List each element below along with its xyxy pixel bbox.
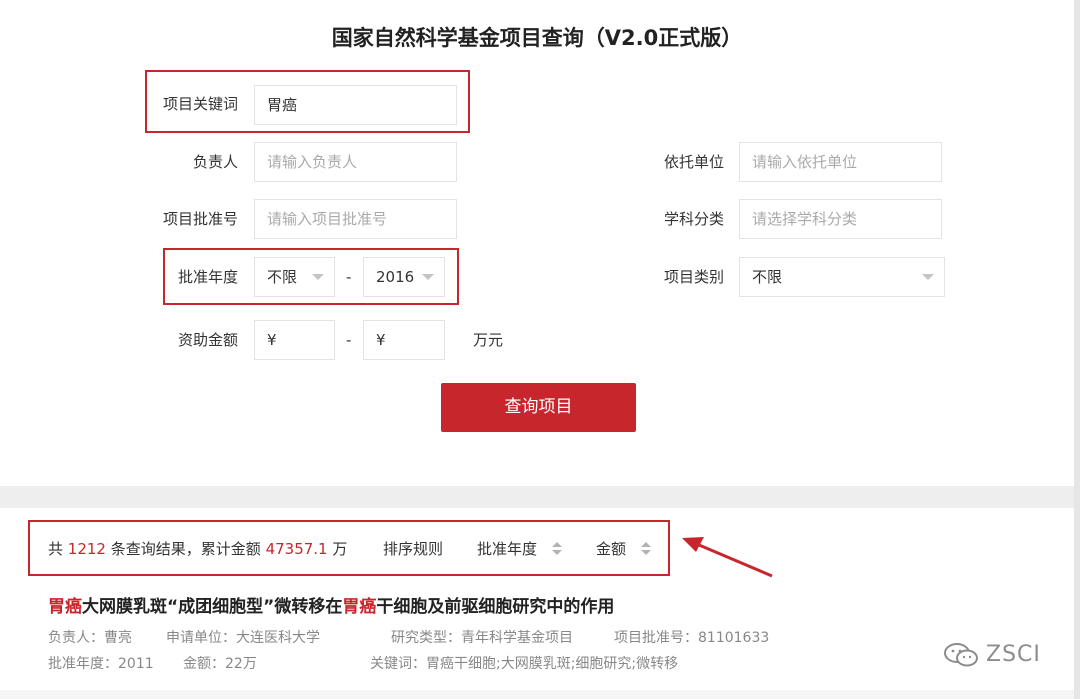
- summary-mid: 条查询结果，累计金额: [110, 540, 261, 558]
- year-range-dash: -: [346, 268, 352, 286]
- year-to-value: 2016: [376, 268, 415, 286]
- result-leader: 负责人：曹亮: [48, 630, 132, 646]
- sort-by-amount[interactable]: 金额: [596, 537, 626, 561]
- amount-to-input[interactable]: ¥: [363, 320, 445, 360]
- result-year: 批准年度：2011: [48, 656, 154, 672]
- total-amount: 47357.1: [265, 540, 328, 558]
- result-summary: 共 1212 条查询结果，累计金额 47357.1 万: [48, 537, 347, 561]
- keyword-highlight: 胃癌: [48, 597, 82, 617]
- type-value: 不限: [752, 268, 783, 286]
- chevron-down-icon: [422, 274, 434, 280]
- approval-no-label: 项目批准号: [162, 210, 238, 228]
- page-title: 国家自然科学基金项目查询（V2.0正式版）: [331, 26, 743, 50]
- search-button[interactable]: 查询项目: [441, 383, 636, 432]
- leader-input[interactable]: 请输入负责人: [254, 142, 457, 182]
- keyword-label: 项目关键词: [162, 95, 238, 113]
- summary-suffix: 万: [332, 540, 348, 558]
- result-title-link[interactable]: 胃癌大网膜乳斑“成团细胞型”微转移在胃癌干细胞及前驱细胞研究中的作用: [48, 595, 614, 619]
- amount-label: 资助金额: [177, 331, 238, 349]
- approval-no-input[interactable]: 请输入项目批准号: [254, 199, 457, 239]
- org-input[interactable]: 请输入依托单位: [739, 142, 942, 182]
- result-approval-no: 项目批准号：81101633: [614, 630, 770, 646]
- result-amount: 金额：22万: [183, 656, 257, 672]
- result-org: 申请单位：大连医科大学: [166, 630, 320, 646]
- chevron-down-icon: [312, 274, 324, 280]
- page-bottom-divider: [0, 690, 1074, 699]
- amount-range-dash: -: [346, 331, 352, 349]
- subject-select[interactable]: 请选择学科分类: [739, 199, 942, 239]
- result-count: 1212: [67, 540, 106, 558]
- scrollbar[interactable]: [1074, 0, 1080, 699]
- section-divider: [0, 486, 1074, 508]
- leader-label: 负责人: [192, 153, 238, 171]
- watermark-text: ZSCI: [986, 642, 1041, 667]
- chevron-down-icon: [922, 274, 934, 280]
- sort-rule-label: 排序规则: [383, 540, 444, 558]
- sort-arrows-icon[interactable]: [641, 542, 651, 556]
- type-label: 项目类别: [663, 268, 724, 286]
- type-select[interactable]: 不限: [739, 257, 945, 297]
- amount-from-input[interactable]: ¥: [254, 320, 335, 360]
- keyword-input[interactable]: 胃癌: [254, 85, 457, 125]
- org-label: 依托单位: [663, 153, 724, 171]
- year-from-value: 不限: [267, 268, 298, 286]
- year-from-select[interactable]: 不限: [254, 257, 335, 297]
- result-keywords: 关键词：胃癌干细胞;大网膜乳斑;细胞研究;微转移: [370, 656, 679, 672]
- result-research-type: 研究类型：青年科学基金项目: [391, 630, 573, 646]
- year-label: 批准年度: [177, 268, 238, 286]
- wechat-icon: [944, 643, 978, 667]
- sort-by-year[interactable]: 批准年度: [477, 537, 537, 561]
- summary-prefix: 共: [48, 540, 64, 558]
- amount-unit: 万元: [473, 331, 504, 349]
- sort-arrows-icon[interactable]: [552, 542, 562, 556]
- title-text: 干细胞及前驱细胞研究中的作用: [376, 597, 615, 617]
- year-to-select[interactable]: 2016: [363, 257, 445, 297]
- title-text: 大网膜乳斑“成团细胞型”微转移在: [82, 597, 343, 617]
- annotation-arrow-icon: [682, 537, 773, 578]
- subject-label: 学科分类: [663, 210, 724, 228]
- keyword-highlight: 胃癌: [342, 597, 377, 617]
